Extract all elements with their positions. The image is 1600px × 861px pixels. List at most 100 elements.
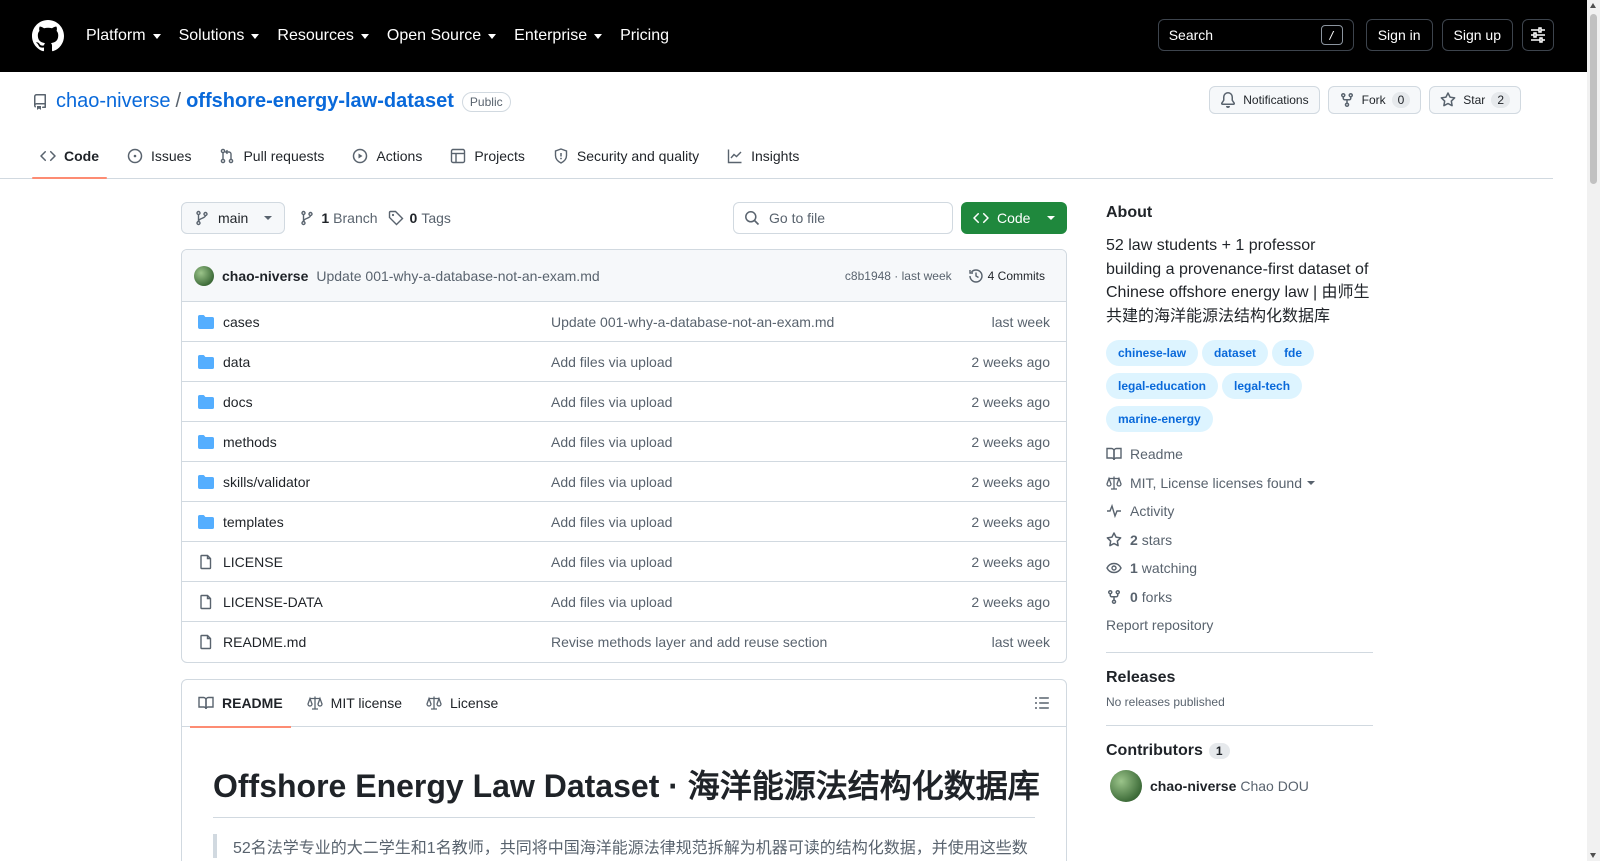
commits-history-link[interactable]: 4 Commits: [968, 268, 1045, 284]
contributor-login[interactable]: chao-niverse: [1150, 778, 1236, 794]
file-name-link[interactable]: LICENSE-DATA: [223, 594, 551, 610]
folder-icon: [198, 434, 214, 449]
tab-license[interactable]: License: [418, 680, 506, 727]
folder-icon: [198, 474, 214, 489]
tab-mit-license[interactable]: MIT license: [299, 680, 410, 727]
file-name-link[interactable]: data: [223, 354, 551, 370]
readme-link[interactable]: Readme: [1106, 440, 1373, 469]
topic-tag[interactable]: marine-energy: [1106, 406, 1213, 432]
file-row[interactable]: cases Update 001-why-a-database-not-an-ex…: [182, 302, 1066, 342]
file-name-link[interactable]: README.md: [223, 634, 551, 650]
file-commit-message-link[interactable]: Add files via upload: [551, 354, 971, 370]
file-icon: [200, 594, 212, 609]
file-name-link[interactable]: templates: [223, 514, 551, 530]
file-commit-message-link[interactable]: Revise methods layer and add reuse secti…: [551, 634, 992, 650]
nav-enterprise[interactable]: Enterprise: [514, 27, 603, 45]
tab-actions[interactable]: Actions: [344, 134, 430, 178]
nav-open-source[interactable]: Open Source: [387, 27, 497, 45]
forks-link[interactable]: 0 forks: [1106, 583, 1373, 612]
nav-solutions[interactable]: Solutions: [179, 27, 260, 45]
fork-button[interactable]: Fork 0: [1327, 86, 1422, 114]
scrollbar-thumb[interactable]: [1590, 14, 1597, 184]
list-unordered-icon: [1035, 697, 1049, 709]
topic-tag[interactable]: legal-education: [1106, 373, 1219, 399]
notifications-button[interactable]: Notifications: [1209, 86, 1320, 114]
go-to-file-input[interactable]: Go to file: [733, 202, 953, 234]
file-name-link[interactable]: LICENSE: [223, 554, 551, 570]
file-commit-message-link[interactable]: Add files via upload: [551, 434, 971, 450]
file-name-link[interactable]: cases: [223, 314, 551, 330]
repo-name-link[interactable]: offshore-energy-law-dataset: [186, 90, 454, 113]
avatar[interactable]: [1110, 769, 1142, 802]
releases-heading[interactable]: Releases: [1106, 669, 1373, 687]
tag-icon: [388, 210, 404, 226]
contributor-item[interactable]: chao-niverse Chao DOU: [1106, 769, 1373, 802]
branch-icon: [301, 210, 314, 226]
global-header: Platform Solutions Resources Open Source…: [0, 0, 1587, 72]
file-row[interactable]: data Add files via upload 2 weeks ago: [182, 342, 1066, 382]
page-scrollbar[interactable]: [1587, 0, 1600, 861]
nav-platform[interactable]: Platform: [86, 27, 161, 45]
scroll-up-arrow-icon[interactable]: [1590, 3, 1596, 8]
sign-in-button[interactable]: Sign in: [1365, 19, 1433, 51]
file-commit-message-link[interactable]: Update 001-why-a-database-not-an-exam.md: [551, 314, 992, 330]
nav-pricing[interactable]: Pricing: [620, 27, 669, 45]
file-commit-message-link[interactable]: Add files via upload: [551, 594, 971, 610]
topic-tag[interactable]: chinese-law: [1106, 340, 1199, 366]
file-row[interactable]: docs Add files via upload 2 weeks ago: [182, 382, 1066, 422]
file-row[interactable]: LICENSE Add files via upload 2 weeks ago: [182, 542, 1066, 582]
tab-insights[interactable]: Insights: [719, 134, 807, 178]
scroll-down-arrow-icon[interactable]: [1590, 853, 1596, 858]
file-row[interactable]: methods Add files via upload 2 weeks ago: [182, 422, 1066, 462]
activity-link[interactable]: Activity: [1106, 497, 1373, 526]
stars-link[interactable]: 2 stars: [1106, 526, 1373, 555]
file-commit-message-link[interactable]: Add files via upload: [551, 394, 971, 410]
branches-link[interactable]: 1 Branch: [299, 210, 378, 226]
file-commit-message-link[interactable]: Add files via upload: [551, 554, 971, 570]
tab-pull-requests[interactable]: Pull requests: [211, 134, 332, 178]
github-logo-icon[interactable]: [32, 20, 64, 52]
commit-message-link[interactable]: Update 001-why-a-database-not-an-exam.md: [316, 268, 599, 284]
search-input[interactable]: Search /: [1157, 19, 1354, 51]
file-name-link[interactable]: methods: [223, 434, 551, 450]
tab-readme[interactable]: README: [190, 680, 291, 728]
tab-code[interactable]: Code: [32, 134, 107, 179]
file-row[interactable]: skills/validator Add files via upload 2 we…: [182, 462, 1066, 502]
tags-link[interactable]: 0 Tags: [388, 210, 451, 226]
file-row[interactable]: LICENSE-DATA Add files via upload 2 weeks …: [182, 582, 1066, 622]
sign-up-button[interactable]: Sign up: [1441, 19, 1513, 51]
commit-sha-time[interactable]: c8b1948 · last week: [845, 269, 952, 283]
file-row[interactable]: README.md Revise methods layer and add re…: [182, 622, 1066, 662]
topic-tag[interactable]: legal-tech: [1222, 373, 1303, 399]
watchers-link[interactable]: 1 watching: [1106, 554, 1373, 583]
divider: [1106, 651, 1373, 653]
table-icon: [451, 148, 466, 164]
license-link[interactable]: MIT, License licenses found: [1106, 469, 1373, 498]
file-commit-message-link[interactable]: Add files via upload: [551, 474, 971, 490]
tab-issues[interactable]: Issues: [119, 134, 199, 178]
outline-toggle-button[interactable]: [1034, 695, 1050, 711]
code-download-button[interactable]: Code: [961, 202, 1067, 234]
bell-icon: [1221, 92, 1236, 108]
contributors-heading[interactable]: Contributors 1: [1106, 742, 1373, 760]
branch-selector[interactable]: main: [181, 202, 286, 234]
avatar[interactable]: [194, 265, 214, 286]
file-name-link[interactable]: docs: [223, 394, 551, 410]
visibility-badge: Public: [461, 91, 511, 112]
topic-tag[interactable]: dataset: [1202, 340, 1269, 366]
fork-count: 0: [1391, 92, 1411, 108]
commit-author-link[interactable]: chao-niverse: [222, 268, 308, 284]
file-row[interactable]: templates Add files via upload 2 weeks ago: [182, 502, 1066, 542]
report-repository-link[interactable]: Report repository: [1106, 611, 1373, 640]
repo-owner-link[interactable]: chao-niverse: [56, 90, 171, 113]
file-name-link[interactable]: skills/validator: [223, 474, 551, 490]
nav-resources[interactable]: Resources: [277, 27, 369, 45]
star-button[interactable]: Star 2: [1429, 86, 1521, 114]
chevron-down-icon: [594, 33, 603, 39]
tab-security[interactable]: Security and quality: [545, 134, 707, 178]
file-commit-message-link[interactable]: Add files via upload: [551, 514, 971, 530]
tab-projects[interactable]: Projects: [442, 134, 533, 178]
settings-sliders-button[interactable]: [1522, 19, 1554, 51]
topic-tag[interactable]: fde: [1272, 340, 1315, 366]
folder-icon: [198, 314, 214, 329]
